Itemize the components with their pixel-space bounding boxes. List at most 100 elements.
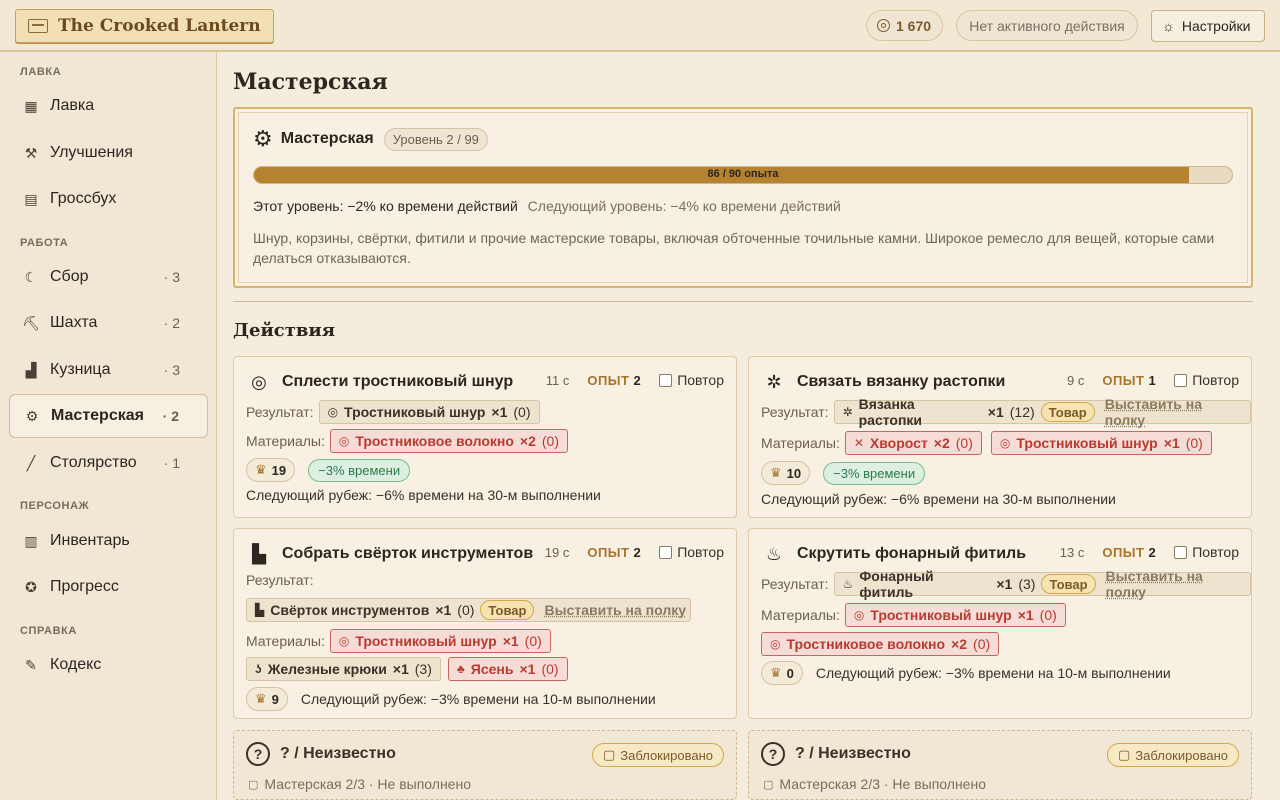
action-name: Сплести тростниковый шнур [282, 373, 514, 390]
sidebar-item-ledger[interactable]: ▤ Гроссбух [9, 177, 208, 221]
locked-badge: ▢ Заблокировано [591, 743, 724, 767]
wick-icon: ♨ [842, 577, 854, 591]
action-title: ✲ Связать вязанку растопки [761, 369, 1005, 395]
hook-icon: ʖ [255, 662, 262, 676]
sidebar-item-label: Сбор [50, 268, 89, 285]
sidebar-item-workshop[interactable]: ⚙ Мастерская · 2 [9, 394, 208, 438]
action-card: ♨ Скрутить фонарный фитиль 13 с ОПЫТ 2 По… [748, 528, 1252, 719]
item-qty: ×1 [491, 404, 508, 420]
result-chip[interactable]: ♨ Фонарный фитиль ×1 (3) Товар Выставить на п… [833, 568, 1251, 600]
result-label: Результат: [761, 404, 829, 420]
sell-link[interactable]: Выставить на полку [1106, 568, 1246, 600]
material-chip[interactable]: ♣ Ясень ×1 (0) [447, 657, 568, 681]
cord-icon: ◎ [327, 405, 339, 419]
coin-icon [877, 19, 890, 32]
item-name: Железные крюки [267, 661, 387, 677]
material-chip[interactable]: ◎ Тростниковый шнур ×1 (0) [844, 603, 1066, 627]
result-chip[interactable]: ✲ Вязанка растопки ×1 (12) Товар Выставить на… [833, 396, 1251, 428]
repeat-checkbox[interactable] [1174, 545, 1188, 559]
repeat-toggle[interactable]: Повтор [659, 372, 724, 388]
result-label: Результат: [246, 572, 314, 588]
item-have: (12) [1009, 404, 1035, 420]
mastery-row: ♛ 9 Следующий рубеж: −3% времени на 10-м … [246, 687, 656, 711]
skill-description: Шнур, корзины, свёртки, фитили и прочие … [253, 230, 1215, 266]
item-name: Фонарный фитиль [859, 568, 934, 600]
ledger-icon: ▤ [24, 190, 38, 207]
scroll-icon: ✎ [25, 656, 37, 673]
repeat-checkbox[interactable] [1174, 373, 1188, 387]
sidebar-item-gathering[interactable]: ☾ Сбор · 3 [9, 255, 208, 299]
action-meta: 9 с ОПЫТ 1 Повтор [1067, 372, 1239, 388]
materials-label: Материалы: [246, 433, 325, 449]
xp-label: ОПЫТ [1102, 372, 1145, 388]
materials-row: Материалы: ◎ Тростниковый шнур ×1 (0) [761, 603, 1066, 627]
trophy-icon: ♛ [255, 691, 267, 706]
xp-label: ОПЫТ [587, 372, 630, 388]
requirement-text: Мастерская 2/3 · Не выполнено [779, 776, 986, 792]
chest-icon: ▥ [24, 532, 38, 549]
item-qty: ×1 [987, 404, 1004, 420]
action-status-text: Нет активного действия [969, 17, 1125, 34]
item-have: (0) [524, 633, 542, 649]
repeat-toggle[interactable]: Повтор [1174, 372, 1239, 388]
repeat-checkbox[interactable] [659, 545, 673, 559]
repeat-toggle[interactable]: Повтор [1174, 544, 1239, 560]
app-logo[interactable]: The Crooked Lantern [15, 9, 274, 43]
xp-value: 2 [1148, 544, 1157, 560]
section-label-shop: ЛАВКА [20, 66, 62, 78]
settings-button[interactable]: ☼ Настройки [1151, 10, 1265, 42]
material-chip[interactable]: ◎ Тростниковое волокно ×2 (0) [329, 429, 569, 453]
sidebar-item-progress[interactable]: ✪ Прогресс [9, 565, 208, 609]
time-bonus-badge: −3% времени [823, 461, 926, 485]
item-name: Тростниковый шнур [870, 607, 1012, 623]
locked-requirement: ▢ Мастерская 2/3 · Не выполнено [248, 776, 471, 792]
result-label: Результат: [761, 576, 829, 592]
section-label-character: ПЕРСОНАЖ [20, 500, 90, 512]
sidebar-item-inventory[interactable]: ▥ Инвентарь [9, 519, 208, 563]
sidebar-item-codex[interactable]: ✎ Кодекс [9, 643, 208, 687]
sidebar-item-shop[interactable]: ▦ Лавка [9, 84, 208, 128]
sidebar-item-count: · 2 [163, 315, 180, 331]
action-title: ▙ Собрать свёрток инструментов [246, 541, 533, 567]
materials-label: Материалы: [761, 607, 840, 623]
result-chip[interactable]: ▙ Свёрток инструментов ×1 (0) Товар Выставить… [246, 598, 692, 622]
action-xp: ОПЫТ 1 [1102, 373, 1156, 388]
material-chip[interactable]: ʖ Железные крюки ×1 (3) [246, 657, 441, 681]
fiber-icon: ◎ [338, 434, 350, 448]
settings-label: Настройки [1181, 18, 1251, 34]
top-bar: The Crooked Lantern 1 670 Нет активного … [0, 0, 1280, 52]
page-title: Мастерская [233, 69, 388, 95]
materials-row: Материалы: ✕ Хворост ×2 (0) ◎ Тростниковый ш… [761, 431, 1212, 455]
wick-icon: ♨ [765, 543, 783, 564]
sidebar-item-upgrades[interactable]: ⚒ Улучшения [9, 131, 208, 175]
material-chip[interactable]: ◎ Тростниковый шнур ×1 (0) [329, 629, 551, 653]
sell-link[interactable]: Выставить на полку [544, 602, 686, 618]
brushwood-icon: ✕ [853, 436, 864, 450]
material-chip[interactable]: ✕ Хворост ×2 (0) [844, 431, 982, 455]
medal-icon: ✪ [25, 578, 37, 595]
sidebar-item-label: Гроссбух [50, 190, 117, 207]
next-milestone: Следующий рубеж: −3% времени на 10-м вып… [815, 665, 1171, 681]
result-chip[interactable]: ◎ Тростниковый шнур ×1 (0) [318, 400, 540, 424]
coin-amount: 1 670 [896, 17, 932, 34]
item-qty: ×2 [519, 433, 536, 449]
item-name: Вязанка растопки [858, 396, 923, 428]
repeat-label: Повтор [1192, 544, 1239, 560]
repeat-checkbox[interactable] [659, 373, 673, 387]
sidebar-item-mine[interactable]: ⛏ Шахта · 2 [9, 301, 208, 345]
skill-name: Мастерская [280, 130, 374, 147]
item-have: (0) [457, 602, 475, 618]
cord-icon: ◎ [853, 608, 865, 622]
item-name: Тростниковое волокно [355, 433, 514, 449]
material-chip[interactable]: ◎ Тростниковое волокно ×2 (0) [761, 632, 1000, 656]
repeat-toggle[interactable]: Повтор [659, 544, 724, 560]
sidebar-item-label: Инвентарь [50, 532, 130, 549]
mastery-row: ♛ 19 −3% времени [246, 458, 411, 482]
sidebar-item-carpentry[interactable]: ╱ Столярство · 1 [9, 441, 208, 485]
sidebar-item-forge[interactable]: ▟ Кузница · 3 [9, 348, 208, 392]
result-row: Результат: [246, 572, 314, 588]
sell-link[interactable]: Выставить на полку [1105, 396, 1246, 428]
skill-panel: ⚙ Мастерская Уровень 2 / 99 86 / 90 опыт… [233, 107, 1253, 288]
item-qty: ×1 [519, 661, 536, 677]
material-chip[interactable]: ◎ Тростниковый шнур ×1 (0) [990, 431, 1212, 455]
